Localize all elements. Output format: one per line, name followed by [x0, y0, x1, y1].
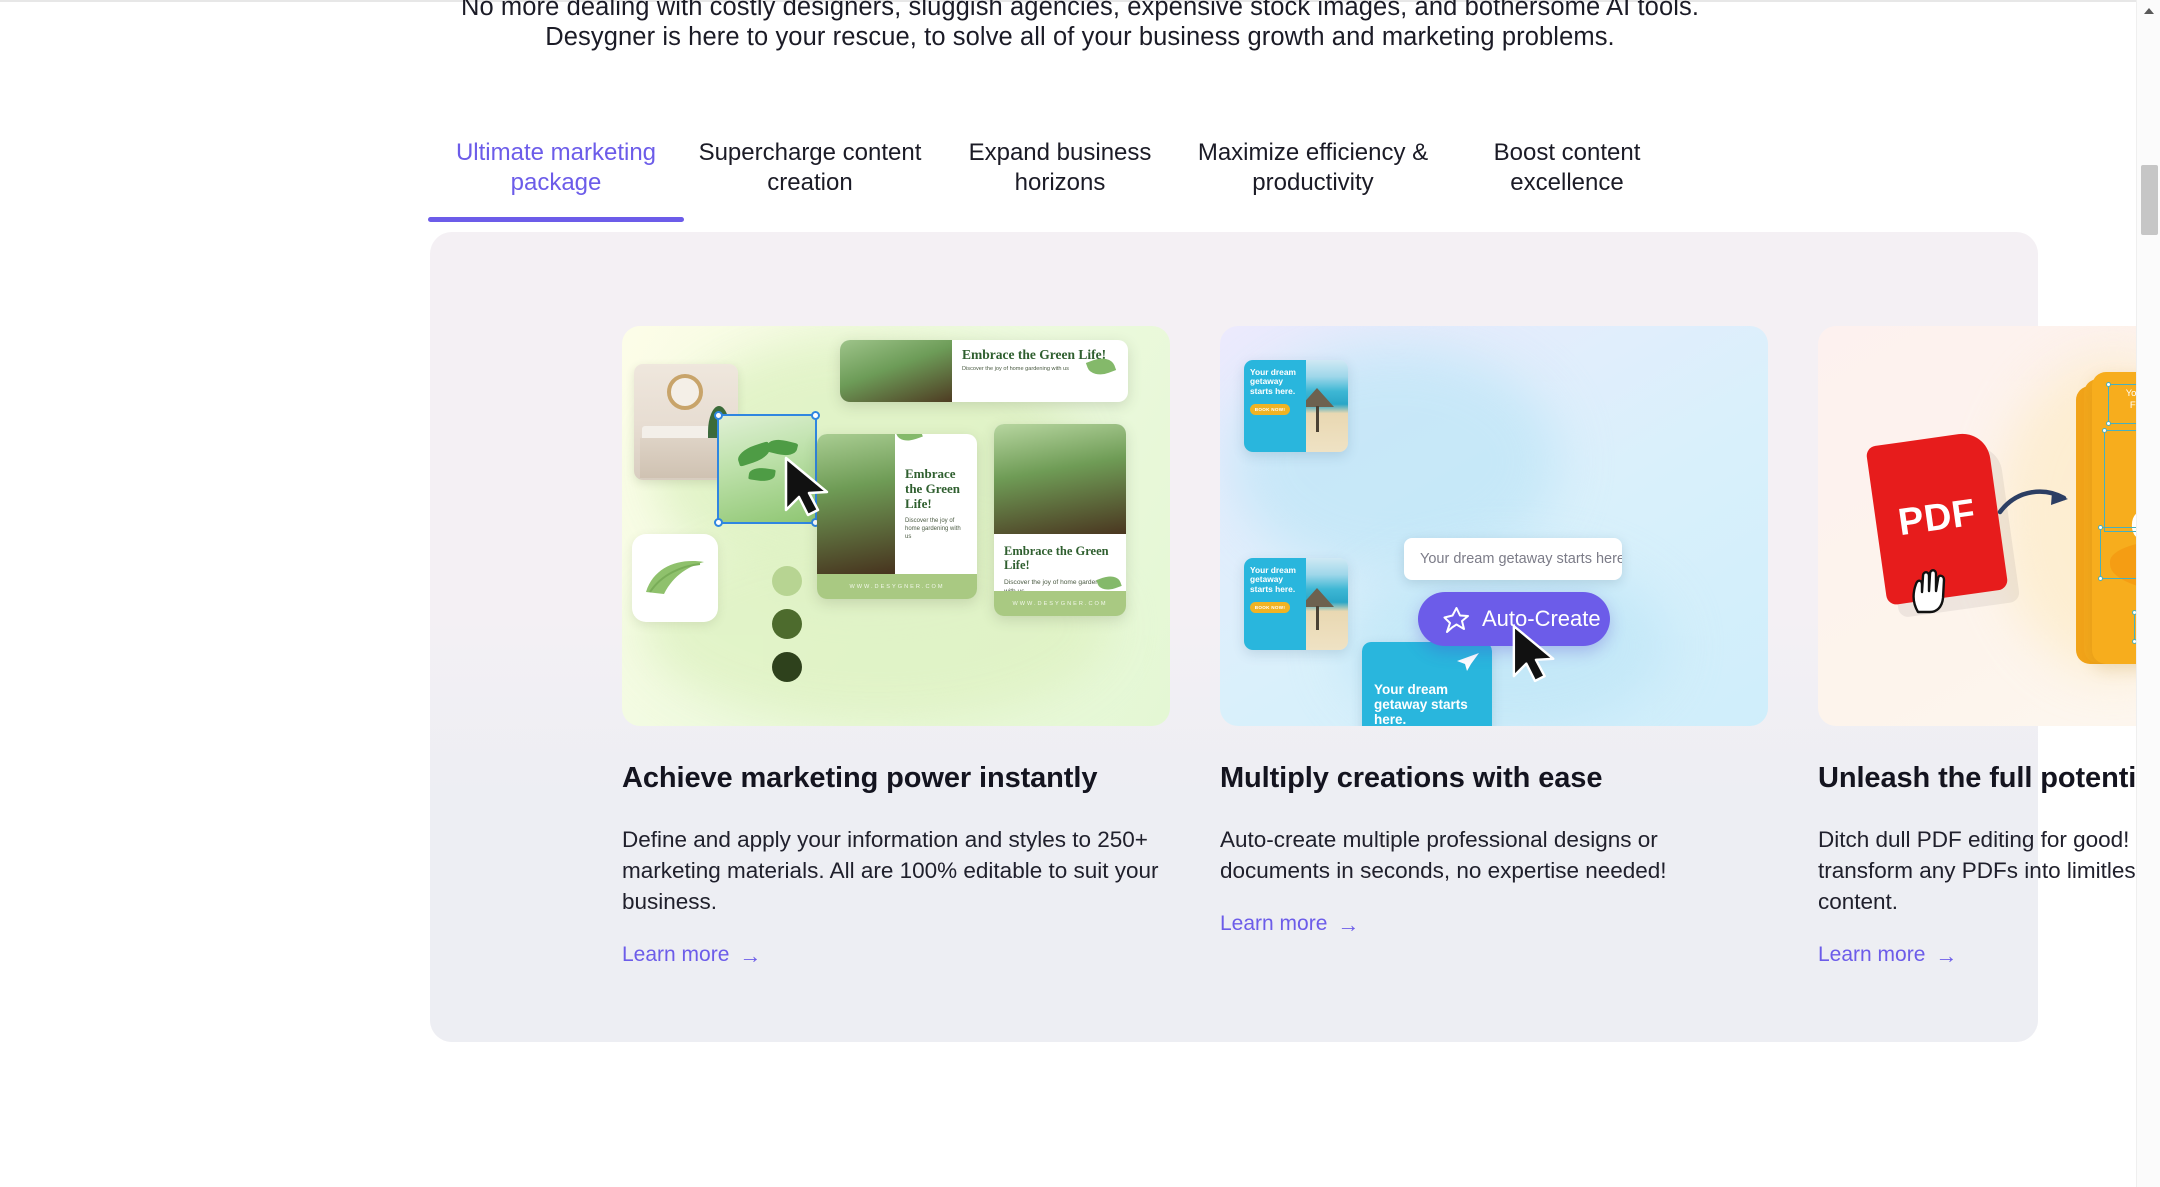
feature-card-grid: Embrace the Green Life! Discover the joy… [622, 326, 2160, 967]
promo-thumb-1: Your dream getaway starts here. BOOK NOW… [1244, 360, 1348, 452]
template-banner-wide: Embrace the Green Life! Discover the joy… [840, 340, 1128, 402]
promo-thumb-1-headline: Your dream getaway starts here. [1250, 367, 1296, 396]
template-poster-body: Embrace the Green Life! Discover the joy… [994, 534, 1126, 595]
palette-dot-dark [772, 652, 802, 682]
promo-main-panel: Your dream getaway starts here. BOOK NOW… [1362, 642, 1492, 726]
promo-thumb-2-headline: Your dream getaway starts here. [1250, 565, 1296, 594]
card-art-pdf-conversion: PDF You're invited to our Grand Art Fest… [1818, 326, 2160, 726]
template-post-body: Embrace the Green Life! Discover the joy… [895, 434, 977, 574]
arrow-right-icon: → [1337, 912, 1360, 937]
triangle-up-icon [2144, 8, 2154, 14]
template-poster-headline: Embrace the Green Life! [1004, 544, 1109, 572]
card-body-marketing: Define and apply your information and st… [622, 827, 1159, 914]
pdf-file-icon[interactable]: PDF [1865, 430, 2009, 606]
page-root: No more dealing with costly designers, s… [0, 0, 2160, 1187]
brand-leaf-tile [632, 534, 718, 622]
selection-handle-top-left[interactable] [714, 411, 723, 420]
template-post-subline: Discover the joy of home gardening with … [905, 518, 961, 540]
selection-handle-bottom-left[interactable] [2106, 421, 2111, 426]
card-title-pdf: Unleash the full potential of PDFs [1818, 762, 2160, 794]
leaf-icon [895, 434, 923, 445]
feature-card-pdf: PDF You're invited to our Grand Art Fest… [1818, 326, 2160, 967]
feature-card-marketing: Embrace the Green Life! Discover the joy… [622, 326, 1170, 967]
vertical-scrollbar-thumb[interactable] [2141, 165, 2158, 235]
arrow-right-icon: → [739, 943, 762, 968]
template-poster-tall: Embrace the Green Life! Discover the joy… [994, 424, 1126, 616]
promo-main-design: Your dream getaway starts here. BOOK NOW… [1362, 642, 1492, 726]
image-selection-box[interactable] [714, 411, 820, 527]
palette-dot-light [772, 566, 802, 596]
tab-boost-content-excellence[interactable]: Boost content excellence [1442, 138, 1692, 222]
auto-create-button[interactable]: Auto-Create [1418, 592, 1610, 646]
arrow-right-icon: → [1935, 943, 1958, 968]
card-art-travel-designs: Your dream getaway starts here. BOOK NOW… [1220, 326, 1768, 726]
intro-paragraph: No more dealing with costly designers, s… [0, 0, 2160, 52]
scrollbar-up-arrow[interactable] [2137, 0, 2160, 22]
learn-more-label: Learn more [622, 943, 730, 966]
tab-maximize-efficiency-productivity[interactable]: Maximize efficiency & productivity [1184, 138, 1442, 222]
features-panel: Embrace the Green Life! Discover the joy… [430, 232, 2160, 1042]
tab-ultimate-marketing-package[interactable]: Ultimate marketing package [428, 138, 684, 222]
tab-expand-business-horizons[interactable]: Expand business horizons [936, 138, 1184, 222]
promo-thumb-1-cta: BOOK NOW! [1250, 404, 1290, 416]
selection-handle-top-left[interactable] [2098, 525, 2103, 530]
template-post-headline: Embrace the Green Life! [905, 466, 960, 511]
promo-main-headline: Your dream getaway starts here. [1374, 682, 1468, 726]
template-post-footer: WWW.DESYGNER.COM [817, 574, 977, 599]
tab-supercharge-content-creation[interactable]: Supercharge content creation [684, 138, 936, 222]
card-body-multiply: Auto-create multiple professional design… [1220, 827, 1667, 883]
promo-thumb-2: Your dream getaway starts here. BOOK NOW… [1244, 558, 1348, 650]
intro-line-2: Desygner is here to your rescue, to solv… [545, 23, 1615, 51]
learn-more-link-pdf[interactable]: Learn more → [1818, 943, 1957, 967]
selection-handle-bottom-left[interactable] [714, 518, 723, 527]
selection-handle-bottom-left[interactable] [2098, 576, 2103, 581]
card-art-marketing-templates: Embrace the Green Life! Discover the joy… [622, 326, 1170, 726]
template-post-mid: Embrace the Green Life! Discover the joy… [817, 434, 977, 599]
learn-more-link-multiply[interactable]: Learn more → [1220, 912, 1359, 936]
selection-handle-top-left[interactable] [2102, 428, 2107, 433]
vertical-scrollbar[interactable] [2136, 0, 2160, 1187]
feature-tabs: Ultimate marketing package Supercharge c… [428, 138, 2028, 222]
template-post-photo [817, 434, 895, 574]
magic-star-icon [1443, 607, 1469, 633]
umbrella-pole [1316, 606, 1319, 630]
selection-handle-top-right[interactable] [811, 411, 820, 420]
leaf-icon [646, 561, 704, 594]
template-banner-text: Embrace the Green Life! Discover the joy… [952, 340, 1128, 402]
arrow-curved-right-icon [1997, 489, 2068, 515]
learn-more-link-marketing[interactable]: Learn more → [622, 943, 761, 967]
template-banner-photo [840, 340, 952, 402]
template-poster-footer: WWW.DESYGNER.COM [994, 591, 1126, 616]
learn-more-label: Learn more [1220, 912, 1328, 935]
promo-thumb-2-panel: Your dream getaway starts here. BOOK NOW… [1244, 558, 1306, 650]
card-title-marketing: Achieve marketing power instantly [622, 762, 1098, 794]
auto-create-label: Auto-Create [1482, 606, 1601, 631]
prompt-input[interactable]: Your dream getaway starts here. [1404, 538, 1622, 580]
umbrella-pole [1316, 406, 1319, 432]
selection-handle-top-left[interactable] [2106, 382, 2111, 387]
template-poster-photo [994, 424, 1126, 534]
paper-plane-icon [1457, 653, 1479, 671]
promo-thumb-2-cta: BOOK NOW! [1250, 602, 1290, 614]
promo-thumb-1-panel: Your dream getaway starts here. BOOK NOW… [1244, 360, 1306, 452]
intro-line-1: No more dealing with costly designers, s… [460, 0, 1700, 21]
palette-dot-mid [772, 609, 802, 639]
learn-more-label: Learn more [1818, 943, 1926, 966]
card-title-multiply: Multiply creations with ease [1220, 762, 1603, 794]
feature-card-multiply: Your dream getaway starts here. BOOK NOW… [1220, 326, 1768, 967]
card-body-pdf: Ditch dull PDF editing for good! Seamles… [1818, 827, 2160, 914]
